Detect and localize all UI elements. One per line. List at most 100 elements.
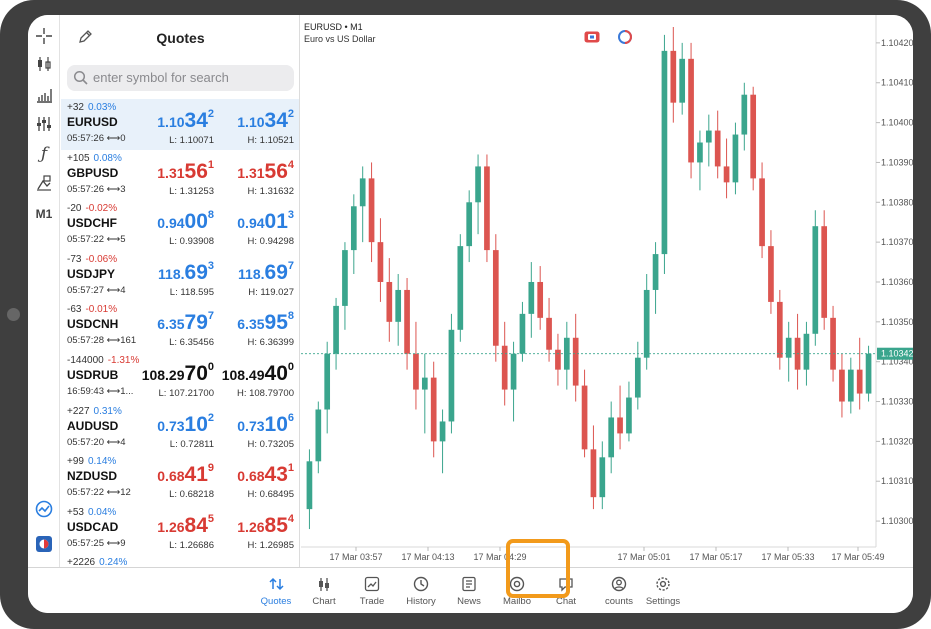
broker-icon[interactable] — [33, 533, 55, 555]
quote-change: +227 0.31% — [67, 405, 122, 417]
price-label: 1.10310 — [881, 476, 913, 486]
tab-news[interactable]: News — [443, 571, 495, 611]
quote-row-usdrub[interactable]: -144000 -1.31% USDRUB 16:59:43 ⟷1... 108.297… — [61, 352, 299, 403]
candle-body — [546, 317, 552, 350]
candle-body — [759, 178, 765, 247]
quote-row-usdcnh[interactable]: -63 -0.01% USDCNH 05:57:28 ⟷161 6.35797 6.359… — [61, 301, 299, 352]
quote-change-percent: 0.08% — [93, 152, 122, 164]
time-label: 17 Mar 05:49 — [831, 552, 884, 562]
bid-price: 0.94008 — [157, 209, 214, 234]
indicators-icon[interactable] — [33, 113, 55, 135]
time-label: 17 Mar 05:17 — [689, 552, 742, 562]
tab-label: Chart — [312, 596, 336, 607]
tab-label: News — [457, 596, 481, 607]
low-price: L: 0.93908 — [169, 236, 214, 248]
tab-mailbo[interactable]: Mailbo — [491, 571, 543, 611]
candle-body — [457, 246, 464, 330]
time-label: 17 Mar 05:33 — [761, 552, 814, 562]
ask-price: 118.697 — [238, 259, 294, 284]
quote-change: +53 0.04% — [67, 506, 117, 518]
candle-body — [688, 58, 694, 163]
candle-body — [333, 305, 339, 354]
spread-icon: ⟷ — [106, 183, 121, 195]
candlestick-icon[interactable] — [33, 53, 55, 75]
tab-chart[interactable]: Chart — [298, 571, 350, 611]
candle-body — [484, 166, 490, 251]
bottom-tab-bar: Quotes Chart Trade History News Mailbo Chat cou… — [28, 567, 913, 613]
quote-row-audusd[interactable]: +227 0.31% AUDUSD 05:57:20 ⟷4 0.73102 0.73106… — [61, 403, 299, 454]
quote-row-eurusd[interactable]: +32 0.03% EURUSD 05:57:26 ⟷0 1.10342 1.10342 L… — [61, 99, 299, 150]
candle-body — [821, 226, 828, 318]
quote-change: +105 0.08% — [67, 152, 122, 164]
spread-icon: ⟷ — [106, 436, 121, 448]
price-chart[interactable]: 1.10420 1.10410 1.10400 1.10390 1.10380 1.103… — [301, 15, 913, 567]
timeframe-label[interactable]: M1 — [33, 203, 55, 225]
candle-body — [652, 254, 659, 290]
candle-body — [714, 130, 721, 167]
quote-row-partial[interactable]: +2226 0.24% — [61, 554, 299, 567]
quote-symbol: AUDUSD — [67, 418, 119, 433]
price-label: 1.10300 — [881, 516, 913, 526]
bid-price: 6.35797 — [157, 310, 214, 335]
quote-time-spread: 16:59:43 ⟷1... — [67, 386, 134, 397]
low-price: L: 6.35456 — [169, 337, 214, 349]
quote-time-spread: 05:57:22 ⟷5 — [67, 234, 126, 246]
symbol-search-input[interactable]: enter symbol for search — [67, 65, 294, 91]
quote-row-nzdusd[interactable]: +99 0.14% NZDUSD 05:57:22 ⟷12 0.68419 0.68431… — [61, 453, 299, 504]
quote-time-spread: 05:57:25 ⟷9 — [67, 537, 126, 549]
price-label: 1.10330 — [881, 397, 913, 407]
candle-body — [342, 250, 348, 306]
one-click-trading-icon[interactable] — [584, 31, 600, 43]
candle-body — [359, 178, 366, 207]
candle-body — [528, 281, 535, 314]
chart-area[interactable]: 1.10420 1.10410 1.10400 1.10390 1.10380 1.103… — [301, 15, 913, 567]
crosshair-icon[interactable] — [33, 25, 55, 47]
ask-price: 1.26854 — [237, 512, 294, 537]
candle-body — [661, 50, 668, 255]
tab-history[interactable]: History — [395, 571, 447, 611]
bar-chart-icon[interactable] — [33, 84, 55, 106]
candle-body — [865, 353, 872, 394]
tab-settings[interactable]: Settings — [637, 571, 689, 611]
settings-icon — [656, 577, 670, 591]
candle-body — [537, 281, 544, 318]
candle-body — [750, 94, 757, 179]
quote-change-percent: 0.03% — [87, 102, 117, 113]
price-label: 1.10420 — [881, 38, 913, 48]
signals-toggle-icon[interactable] — [618, 30, 632, 44]
tab-label: Mailbo — [503, 596, 531, 607]
quote-change-percent: -0.02% — [85, 203, 118, 215]
quote-row-usdjpy[interactable]: -73 -0.06% USDJPY 05:57:27 ⟷4 118.693 118.697… — [61, 251, 299, 302]
tab-trade[interactable]: Trade — [346, 571, 398, 611]
candle-body — [626, 397, 632, 434]
trade-icon — [364, 576, 380, 592]
candle-body — [803, 333, 810, 370]
candle-body — [466, 202, 473, 247]
tab-chat[interactable]: Chat — [540, 571, 592, 611]
candle-body — [643, 289, 650, 358]
quote-row-usdcad[interactable]: +53 0.04% USDCAD 05:57:25 ⟷9 1.26845 1.26854 L… — [61, 504, 299, 555]
price-label: 1.10350 — [881, 317, 913, 327]
quote-row-gbpusd[interactable]: +105 0.08% GBPUSD 05:57:26 ⟷3 1.31561 1.31564… — [61, 150, 299, 201]
quote-change-percent: 0.24% — [99, 557, 128, 567]
ask-price: 1.10342 — [237, 108, 294, 132]
trading-signals-icon[interactable] — [33, 498, 55, 520]
quote-change: -73 -0.06% — [67, 253, 118, 265]
low-price: L: 107.21700 — [158, 388, 214, 399]
tab-label: Trade — [359, 596, 385, 607]
candle-body — [448, 329, 455, 422]
bid-price: 1.26845 — [157, 512, 214, 537]
quote-symbol: USDCNH — [67, 317, 119, 332]
chat-icon — [559, 578, 573, 592]
objects-icon[interactable] — [33, 172, 55, 194]
function-icon[interactable]: ƒ — [33, 143, 55, 165]
quote-change-percent: -0.06% — [85, 253, 118, 265]
quote-change-percent: -0.01% — [85, 304, 118, 316]
tab-quotes[interactable]: Quotes — [250, 571, 302, 611]
candle-body — [741, 94, 748, 135]
current-price-label: 1.10342 — [881, 349, 913, 359]
quote-row-usdchf[interactable]: -20 -0.02% USDCHF 05:57:22 ⟷5 0.94008 0.94013… — [61, 200, 299, 251]
candle-body — [732, 134, 739, 183]
mailbox-icon — [509, 576, 525, 592]
quote-change-percent: 0.31% — [93, 405, 122, 417]
